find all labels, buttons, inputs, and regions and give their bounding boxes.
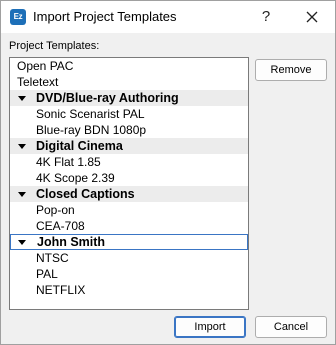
close-button[interactable] [289, 1, 335, 33]
templates-list-label: Project Templates: [9, 40, 100, 52]
expand-arrow-icon[interactable] [18, 144, 26, 149]
expand-arrow-icon[interactable] [18, 240, 26, 245]
template-item[interactable]: Teletext [10, 74, 248, 90]
template-label: Open PAC [17, 59, 74, 73]
template-item[interactable]: CEA-708 [10, 218, 248, 234]
template-item[interactable]: Sonic Scenarist PAL [10, 106, 248, 122]
template-item[interactable]: Pop-on [10, 202, 248, 218]
import-button[interactable]: Import [174, 316, 246, 338]
close-icon [306, 11, 318, 23]
window-title: Import Project Templates [33, 9, 177, 24]
cancel-button[interactable]: Cancel [255, 316, 327, 338]
template-label: Teletext [17, 75, 59, 89]
template-label: Digital Cinema [36, 139, 123, 153]
template-group[interactable]: DVD/Blue-ray Authoring [10, 90, 248, 106]
app-icon: Ez [10, 9, 26, 25]
template-label: John Smith [37, 235, 106, 249]
template-label: Sonic Scenarist PAL [36, 107, 145, 121]
template-label: 4K Flat 1.85 [36, 155, 101, 169]
template-label: Closed Captions [36, 187, 135, 201]
templates-list[interactable]: Open PAC Teletext DVD/Blue-ray Authoring So… [9, 57, 249, 310]
remove-button[interactable]: Remove [255, 59, 327, 81]
help-button[interactable]: ? [243, 1, 289, 33]
template-label: Blue-ray BDN 1080p [36, 123, 147, 137]
template-label: NETFLIX [36, 283, 86, 297]
template-item[interactable]: Open PAC [10, 58, 248, 74]
title-bar: Ez Import Project Templates ? [1, 1, 335, 33]
template-item[interactable]: 4K Flat 1.85 [10, 154, 248, 170]
template-label: DVD/Blue-ray Authoring [36, 91, 179, 105]
template-item[interactable]: NETFLIX [10, 282, 248, 298]
template-item[interactable]: Blue-ray BDN 1080p [10, 122, 248, 138]
template-group[interactable]: John Smith [10, 234, 248, 250]
template-item[interactable]: PAL [10, 266, 248, 282]
template-item[interactable]: 4K Scope 2.39 [10, 170, 248, 186]
template-label: CEA-708 [36, 219, 85, 233]
template-label: 4K Scope 2.39 [36, 171, 115, 185]
template-label: PAL [36, 267, 58, 281]
template-group[interactable]: Closed Captions [10, 186, 248, 202]
expand-arrow-icon[interactable] [18, 96, 26, 101]
template-label: NTSC [36, 251, 69, 265]
template-group[interactable]: Digital Cinema [10, 138, 248, 154]
template-label: Pop-on [36, 203, 75, 217]
import-templates-dialog: Ez Import Project Templates ? Project Te… [0, 0, 336, 345]
template-item[interactable]: NTSC [10, 250, 248, 266]
expand-arrow-icon[interactable] [18, 192, 26, 197]
